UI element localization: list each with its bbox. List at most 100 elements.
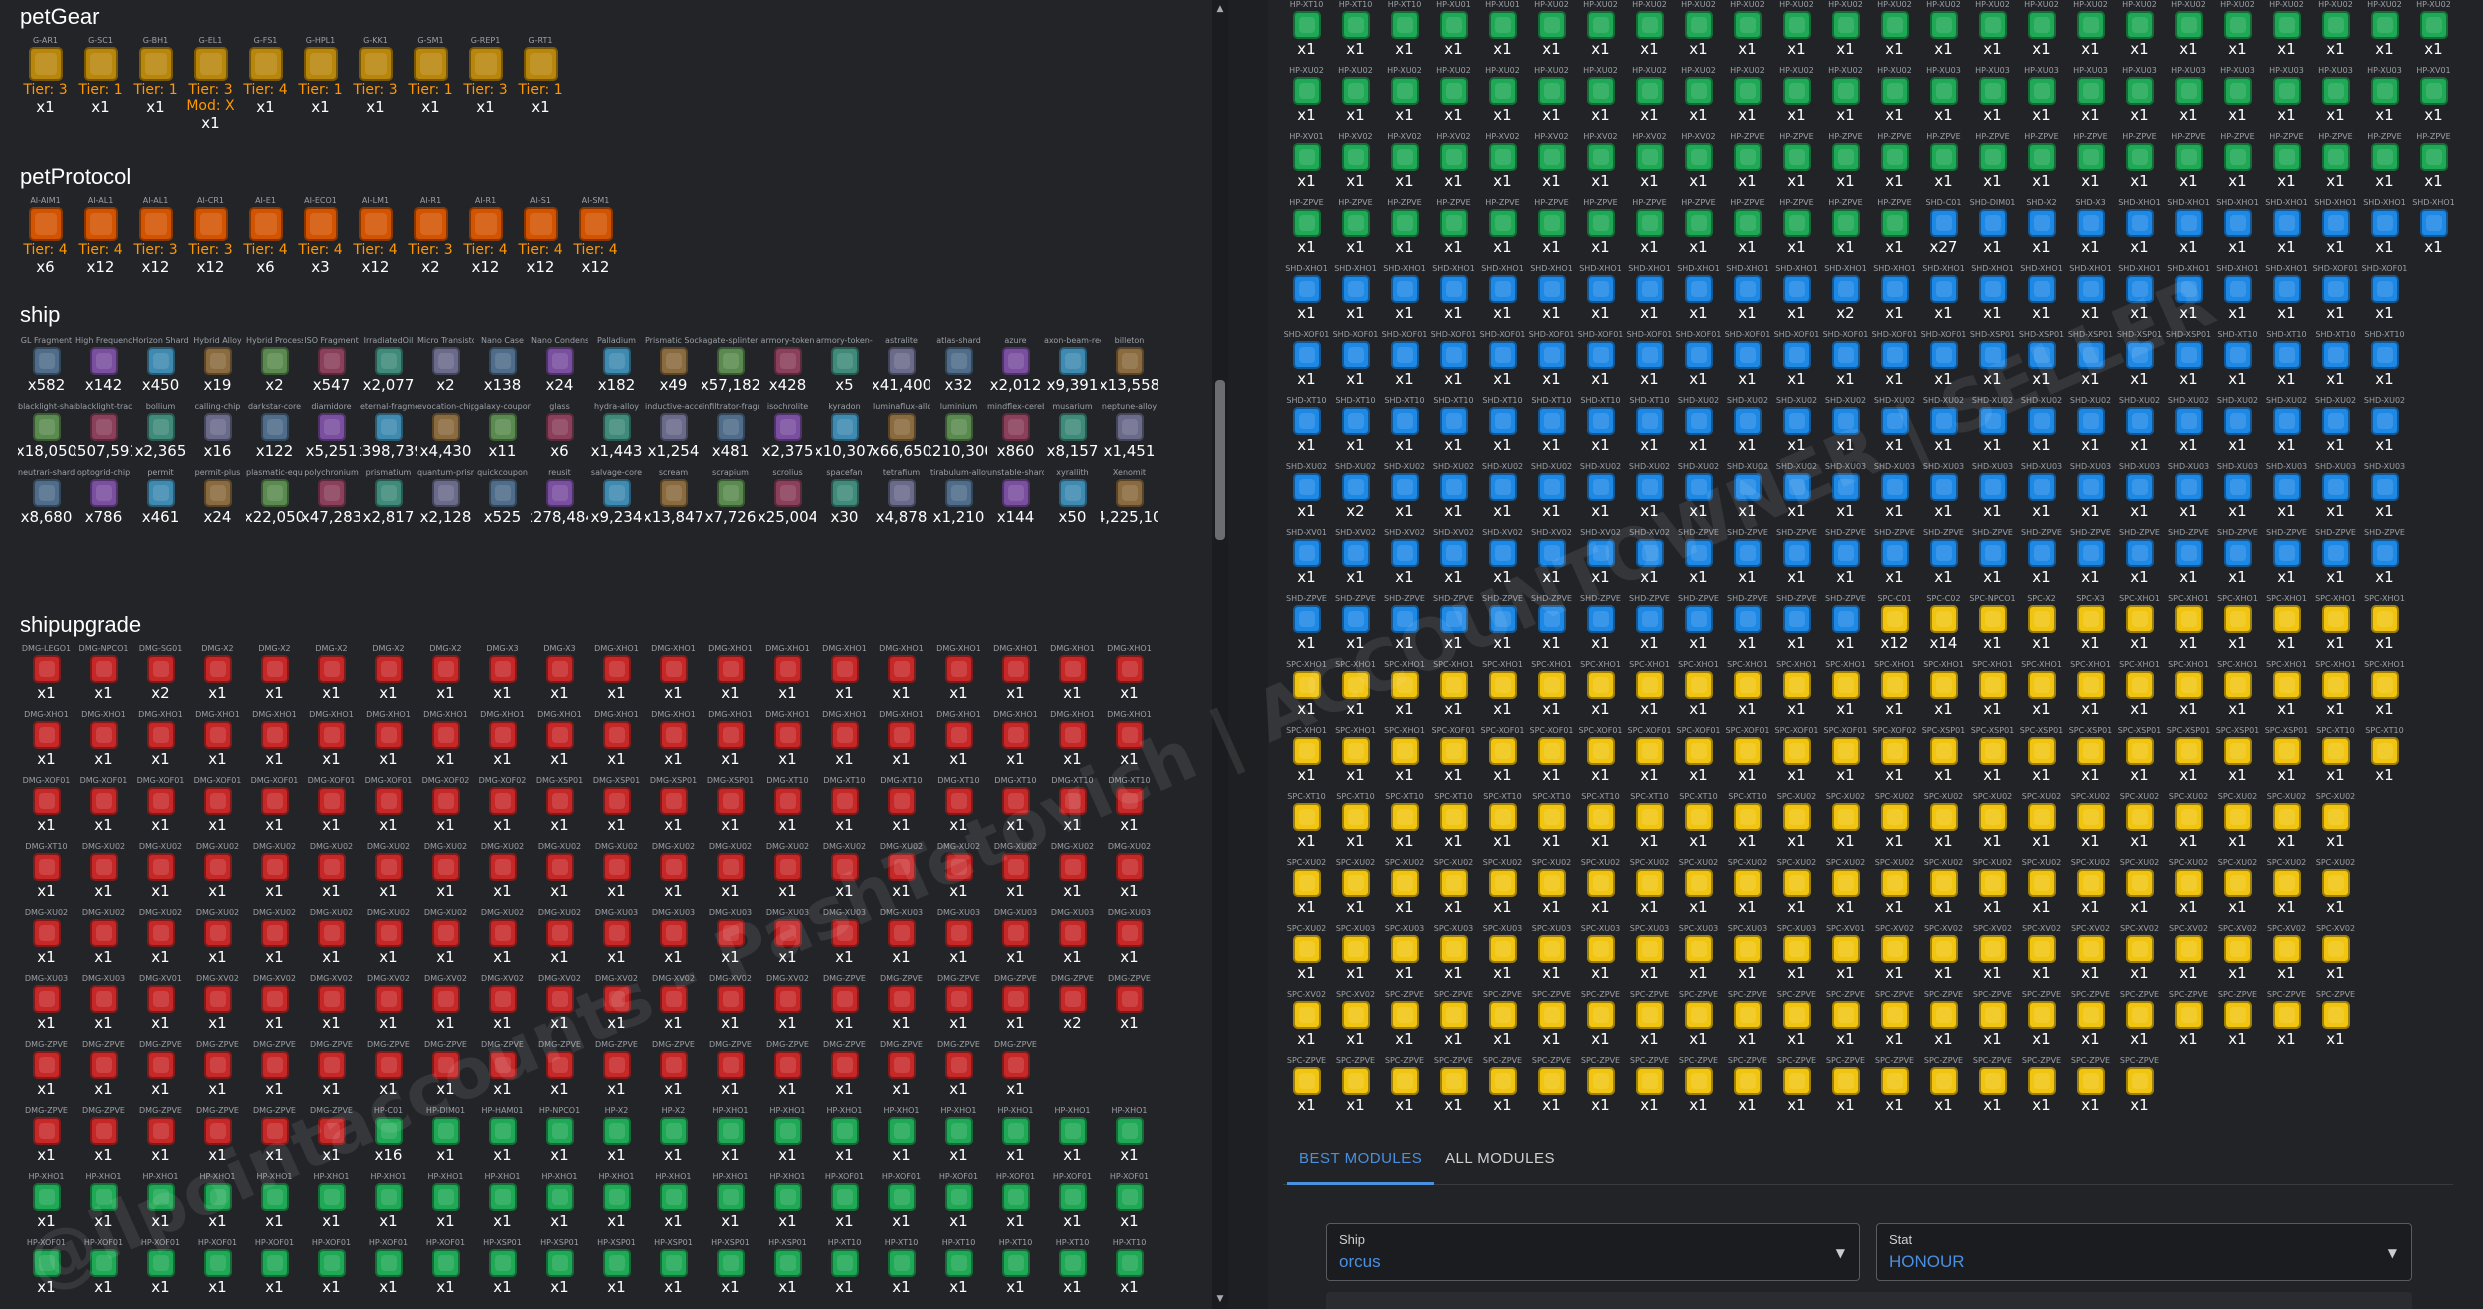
- item-cell[interactable]: SPC-XU02 x1: [2066, 858, 2115, 924]
- item-cell[interactable]: SHD-XT10 x1: [1380, 396, 1429, 462]
- item-cell[interactable]: HP-XU02 x1: [2066, 0, 2115, 66]
- item-cell[interactable]: SPC-ZPVE x1: [1772, 1056, 1821, 1122]
- item-cell[interactable]: HP-XSP01 x1: [759, 1238, 816, 1304]
- item-cell[interactable]: musarium x8,157: [1044, 402, 1101, 468]
- item-cell[interactable]: SHD-XV02 x1: [1625, 528, 1674, 594]
- item-cell[interactable]: DMG-XU02 x1: [474, 908, 531, 974]
- item-cell[interactable]: SHD-XHO1 x1: [1723, 264, 1772, 330]
- item-cell[interactable]: HP-XOF01 x1: [1044, 1172, 1101, 1238]
- item-cell[interactable]: HP-ZPVE x1: [1821, 198, 1870, 264]
- item-cell[interactable]: SPC-ZPVE x1: [1282, 1056, 1331, 1122]
- item-cell[interactable]: HP-XHO1 x1: [930, 1106, 987, 1172]
- item-cell[interactable]: SPC-XU03 x1: [1723, 924, 1772, 990]
- item-cell[interactable]: SHD-XOF01 x1: [1478, 330, 1527, 396]
- item-cell[interactable]: SHD-DIM01 x1: [1968, 198, 2017, 264]
- item-cell[interactable]: SHD-XOF01 x1: [1919, 330, 1968, 396]
- item-cell[interactable]: DMG-XU03 x1: [873, 908, 930, 974]
- item-cell[interactable]: SPC-ZPVE x1: [1968, 990, 2017, 1056]
- item-cell[interactable]: HP-XHO1 x1: [132, 1172, 189, 1238]
- item-cell[interactable]: SHD-XV02 x1: [1527, 528, 1576, 594]
- item-cell[interactable]: SHD-XV02 x1: [1380, 528, 1429, 594]
- item-cell[interactable]: prismatium x2,817: [360, 468, 417, 534]
- item-cell[interactable]: DMG-XV01 x1: [132, 974, 189, 1040]
- item-cell[interactable]: SPC-XU02 x1: [1527, 858, 1576, 924]
- item-cell[interactable]: tirabulum-alloy x1,210: [930, 468, 987, 534]
- item-cell[interactable]: AI-CR1 Tier: 3 x12: [183, 196, 238, 292]
- tab-all-modules[interactable]: ALL MODULES: [1445, 1133, 1555, 1185]
- item-cell[interactable]: HP-XU02 x1: [1625, 0, 1674, 66]
- item-cell[interactable]: Hybrid Processorx2: [246, 336, 303, 402]
- item-cell[interactable]: SPC-XHO1 x1: [1674, 660, 1723, 726]
- item-cell[interactable]: HP-XHO1 x1: [303, 1172, 360, 1238]
- tab-best-modules[interactable]: BEST MODULES: [1286, 1133, 1435, 1185]
- item-cell[interactable]: DMG-XHO1 x1: [759, 710, 816, 776]
- item-cell[interactable]: SHD-XT10 x1: [2311, 330, 2360, 396]
- item-cell[interactable]: AI-ECO1 Tier: 4 x3: [293, 196, 348, 292]
- item-cell[interactable]: blacklight-shardx18,050: [18, 402, 75, 468]
- item-cell[interactable]: SHD-ZPVE x1: [1625, 594, 1674, 660]
- item-cell[interactable]: SHD-ZPVE x1: [1478, 594, 1527, 660]
- item-cell[interactable]: HP-ZPVE x1: [1772, 132, 1821, 198]
- item-cell[interactable]: SPC-XOF01 x1: [1772, 726, 1821, 792]
- item-cell[interactable]: SPC-XSP01 x1: [2262, 726, 2311, 792]
- item-cell[interactable]: HP-XT10 x1: [987, 1238, 1044, 1304]
- item-cell[interactable]: DMG-ZPVE x1: [987, 974, 1044, 1040]
- item-cell[interactable]: HP-XU02 x1: [1968, 0, 2017, 66]
- item-cell[interactable]: HP-ZPVE x1: [2213, 132, 2262, 198]
- item-cell[interactable]: SHD-XHO1 x1: [2213, 198, 2262, 264]
- item-cell[interactable]: bollium x2,365: [132, 402, 189, 468]
- item-cell[interactable]: DMG-XHO1 x1: [759, 644, 816, 710]
- item-cell[interactable]: HP-XOF01 x1: [1101, 1172, 1158, 1238]
- item-cell[interactable]: DMG-XU02 x1: [360, 842, 417, 908]
- item-cell[interactable]: DMG-XHO1 x1: [873, 710, 930, 776]
- item-cell[interactable]: SPC-XU02 x1: [2262, 792, 2311, 858]
- item-cell[interactable]: xyrallith x50: [1044, 468, 1101, 534]
- item-cell[interactable]: SHD-XHO1 x1: [1919, 264, 1968, 330]
- item-cell[interactable]: DMG-XU02 x1: [75, 842, 132, 908]
- item-cell[interactable]: HP-XT10 x1: [1380, 0, 1429, 66]
- item-cell[interactable]: SHD-XU02 x1: [1772, 396, 1821, 462]
- item-cell[interactable]: DMG-ZPVE x1: [930, 974, 987, 1040]
- item-cell[interactable]: SHD-XU03 x1: [2115, 462, 2164, 528]
- item-cell[interactable]: DMG-XOF02 x1: [417, 776, 474, 842]
- item-cell[interactable]: DMG-ZPVE x1: [246, 1106, 303, 1172]
- item-cell[interactable]: DMG-XU03 x1: [759, 908, 816, 974]
- item-cell[interactable]: SPC-XT10 x1: [1429, 792, 1478, 858]
- item-cell[interactable]: SPC-ZPVE x1: [1919, 990, 1968, 1056]
- item-cell[interactable]: SHD-XU03 x1: [2213, 462, 2262, 528]
- item-cell[interactable]: SHD-XU02 x1: [1772, 462, 1821, 528]
- item-cell[interactable]: SHD-XU02 x1: [1527, 462, 1576, 528]
- item-cell[interactable]: AI-R1 Tier: 3 x2: [403, 196, 458, 292]
- item-cell[interactable]: DMG-XT10 x1: [987, 776, 1044, 842]
- item-cell[interactable]: DMG-XOF01 x1: [246, 776, 303, 842]
- item-cell[interactable]: SPC-XOF01 x1: [1625, 726, 1674, 792]
- item-cell[interactable]: DMG-XOF01 x1: [360, 776, 417, 842]
- item-cell[interactable]: luminaflux-alloyx66,650: [873, 402, 930, 468]
- item-cell[interactable]: SPC-ZPVE x1: [2066, 1056, 2115, 1122]
- item-cell[interactable]: HP-XU02 x1: [1674, 66, 1723, 132]
- item-cell[interactable]: DMG-XU03 x1: [1044, 908, 1101, 974]
- item-cell[interactable]: DMG-XOF01 x1: [75, 776, 132, 842]
- item-cell[interactable]: SPC-XHO1 x1: [2115, 594, 2164, 660]
- item-cell[interactable]: DMG-ZPVE x1: [132, 1106, 189, 1172]
- item-cell[interactable]: DMG-XHO1 x1: [132, 710, 189, 776]
- item-cell[interactable]: DMG-XU03 x1: [645, 908, 702, 974]
- item-cell[interactable]: SHD-XHO1 x1: [2262, 198, 2311, 264]
- item-cell[interactable]: HP-XV02 x1: [1429, 132, 1478, 198]
- item-cell[interactable]: SHD-XU02 x1: [1674, 462, 1723, 528]
- item-cell[interactable]: SHD-ZPVE x1: [1723, 528, 1772, 594]
- item-cell[interactable]: HP-ZPVE x1: [1772, 198, 1821, 264]
- item-cell[interactable]: SPC-ZPVE x1: [1674, 1056, 1723, 1122]
- item-cell[interactable]: SPC-XT10 x1: [1478, 792, 1527, 858]
- item-cell[interactable]: SHD-XHO1 x1: [1527, 264, 1576, 330]
- item-cell[interactable]: DMG-XU02 x1: [531, 842, 588, 908]
- item-cell[interactable]: SPC-XT10 x1: [1527, 792, 1576, 858]
- item-cell[interactable]: SHD-XU02 x1: [2262, 396, 2311, 462]
- item-cell[interactable]: HP-XOF01 x1: [873, 1172, 930, 1238]
- item-cell[interactable]: SPC-XHO1 x1: [1821, 660, 1870, 726]
- item-cell[interactable]: SPC-XSP01 x1: [2164, 726, 2213, 792]
- item-cell[interactable]: luminiumx210,300: [930, 402, 987, 468]
- item-cell[interactable]: SPC-XHO1 x1: [2311, 660, 2360, 726]
- item-cell[interactable]: HP-XU02 x1: [1527, 0, 1576, 66]
- item-cell[interactable]: SHD-XU02 x1: [1674, 396, 1723, 462]
